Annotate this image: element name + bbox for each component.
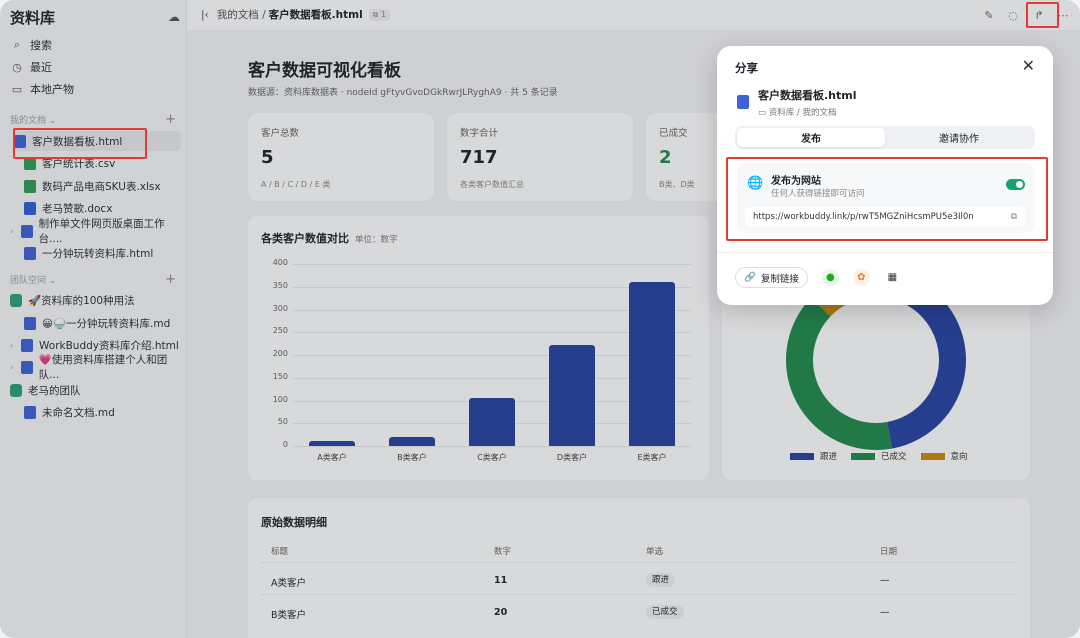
tab-invite[interactable]: 邀请协作 [885, 128, 1033, 147]
share-tabs: 发布 邀请协作 [735, 126, 1035, 149]
copy-link-label: 复制链接 [760, 273, 799, 285]
dialog-title: 分享 [735, 61, 758, 75]
close-icon[interactable]: ✕ [1022, 56, 1035, 75]
shared-file-name: 客户数据看板.html [758, 89, 857, 102]
copy-link-button[interactable]: 🔗 复制链接 [735, 267, 808, 288]
wechat-icon[interactable]: ● [821, 269, 839, 286]
highlight-box [726, 157, 1048, 241]
highlight-box [1026, 2, 1059, 28]
share-dialog: 分享 ✕ 客户数据看板.html ▭ 资料库 / 我的文档 发布 邀请协作 🌐 … [717, 46, 1053, 305]
share-actions: 🔗 复制链接 ● ✿ ▦ [735, 267, 901, 288]
highlight-box [13, 128, 147, 159]
divider [717, 252, 1053, 253]
shared-file-path-text: 资料库 / 我的文档 [768, 108, 837, 118]
qrcode-icon[interactable]: ▦ [884, 269, 901, 286]
tab-publish[interactable]: 发布 [737, 128, 885, 147]
html-file-icon [737, 95, 749, 109]
link-icon: 🔗 [744, 272, 756, 283]
app-window: 资料库 ☁ ⌕ 搜索 ◷ 最近 ▭ 本地产物 我的文档 ⌄ + 客户数据看板.h… [0, 0, 1080, 638]
moments-icon[interactable]: ✿ [852, 269, 870, 286]
shared-file: 客户数据看板.html ▭ 资料库 / 我的文档 [737, 87, 857, 118]
shared-file-path: ▭ 资料库 / 我的文档 [758, 108, 837, 118]
